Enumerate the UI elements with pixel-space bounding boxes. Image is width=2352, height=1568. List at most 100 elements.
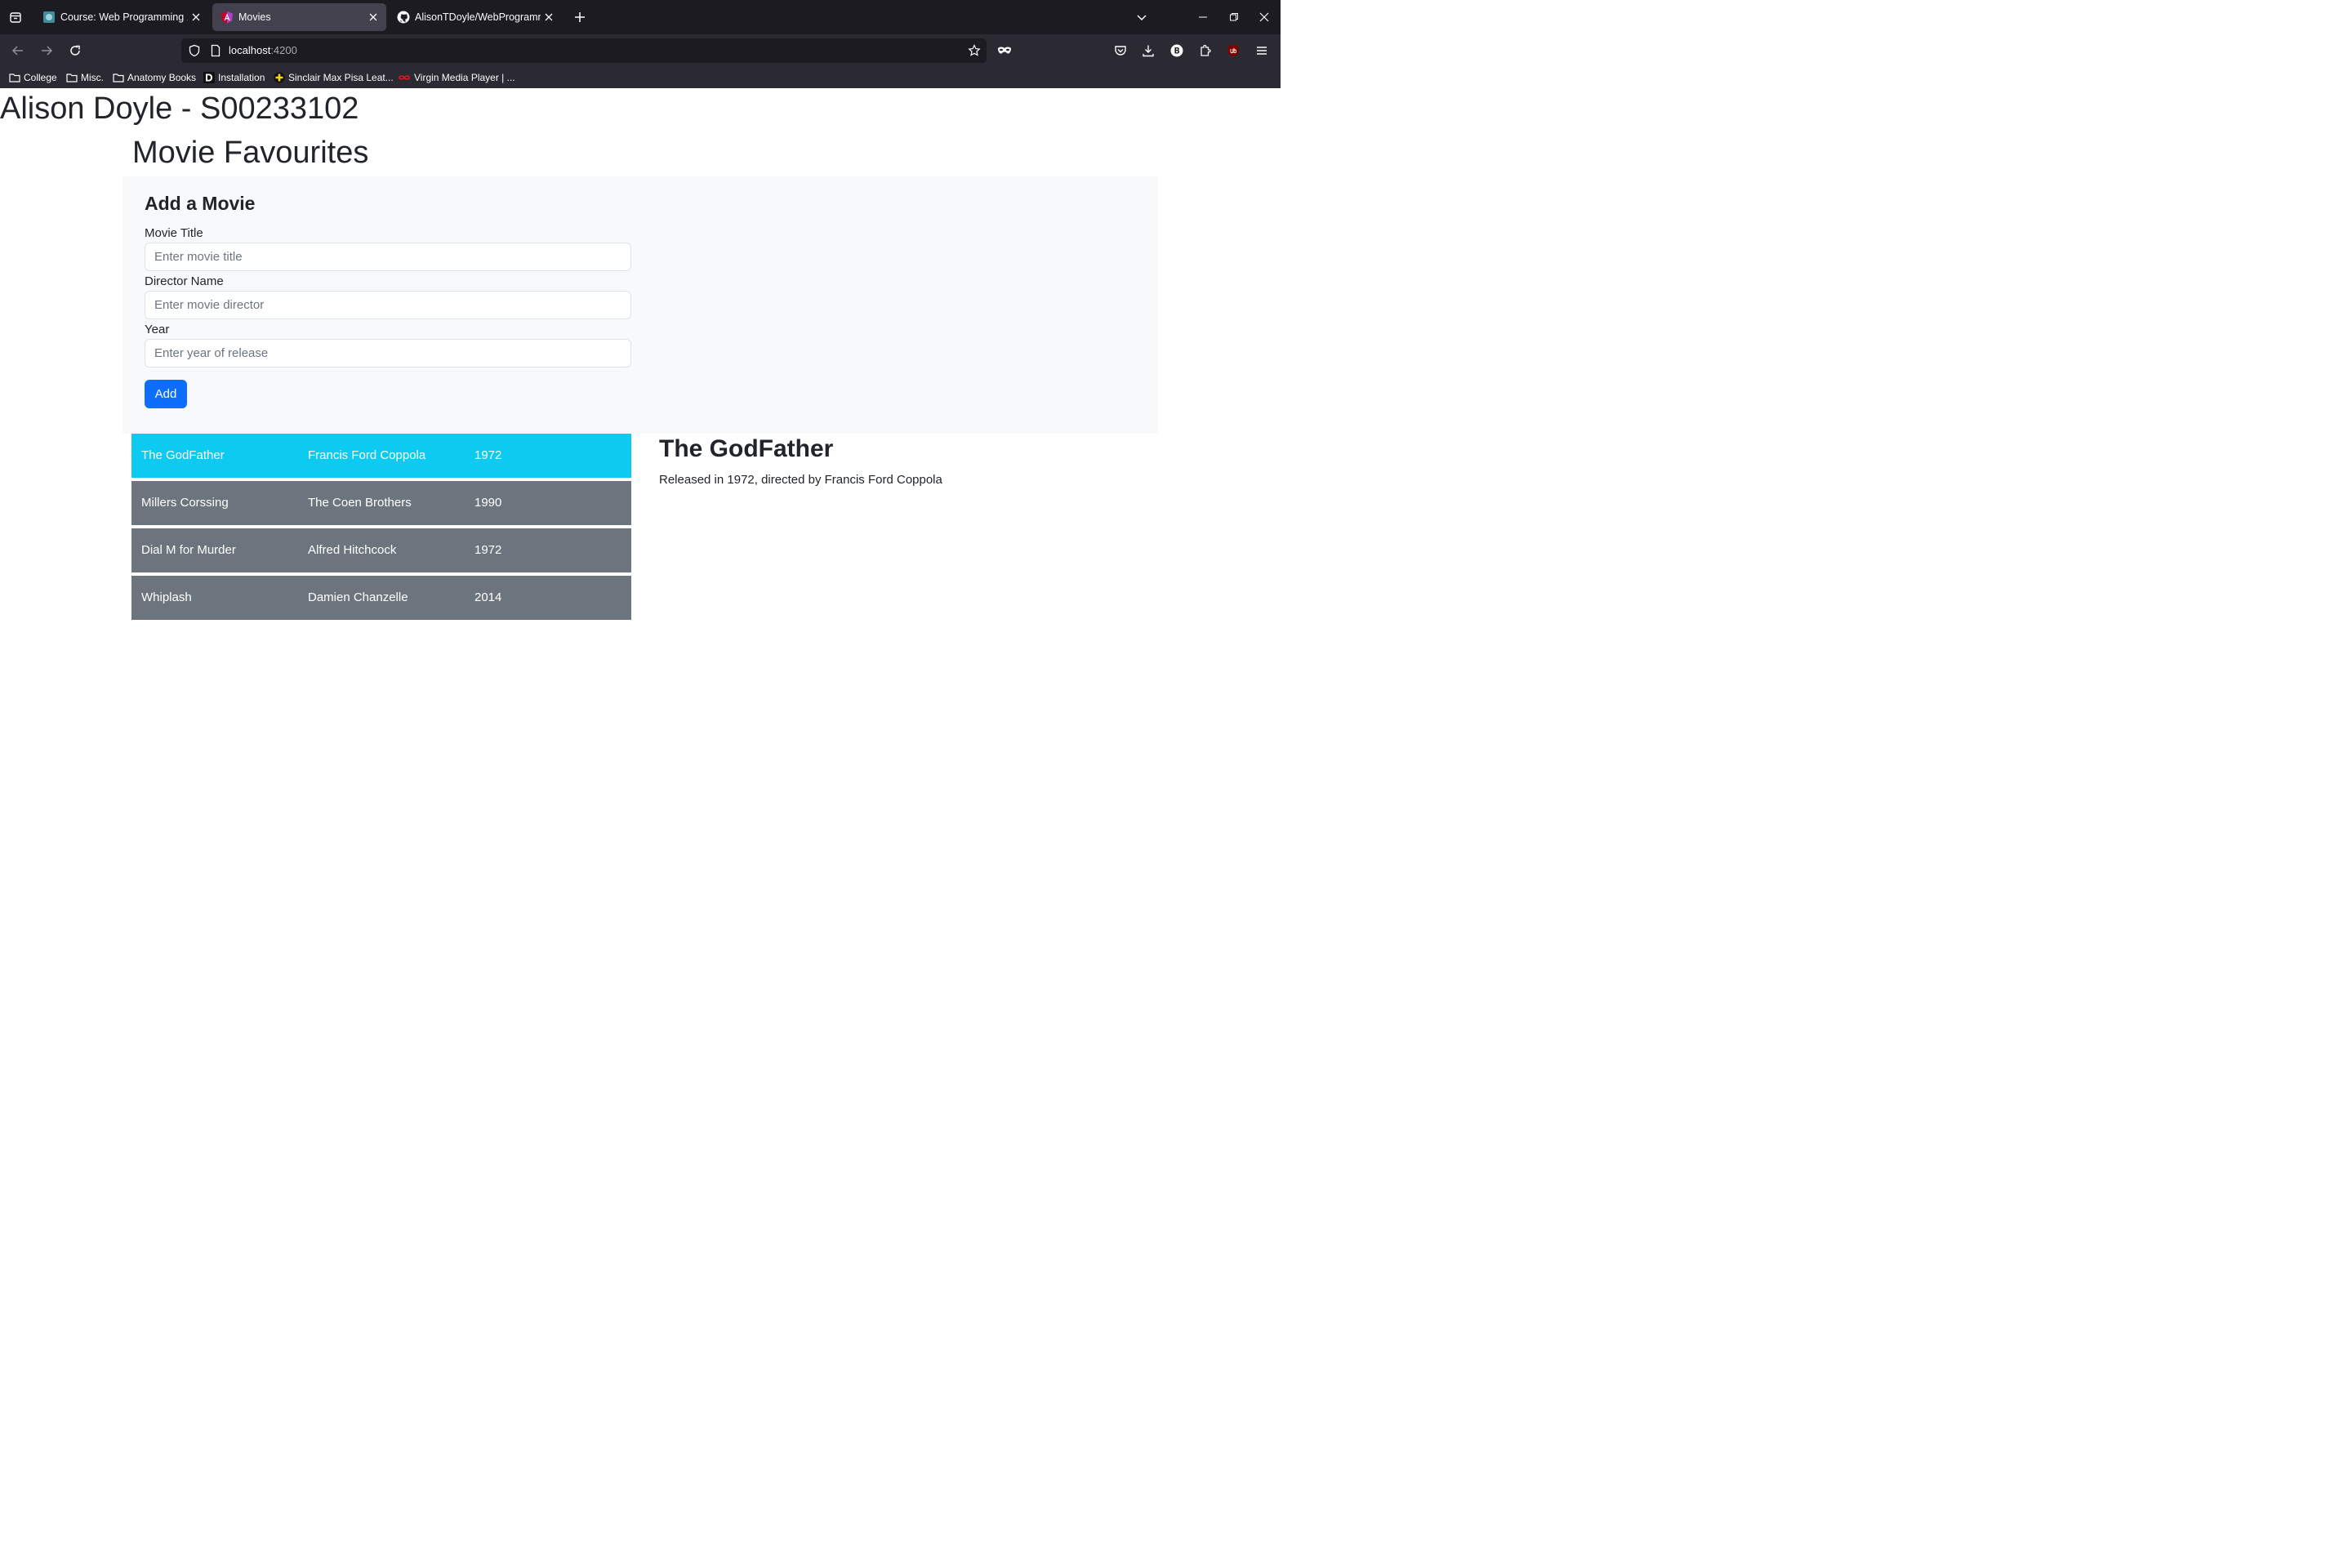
private-mask-button[interactable] [996,42,1013,60]
tray-icon [10,12,21,23]
add-button[interactable]: Add [145,380,187,408]
bookmark-misc[interactable]: Misc. [66,70,104,85]
tab-overview-button[interactable] [7,8,24,26]
year-label: Year [145,323,170,336]
extensions-button[interactable] [1196,42,1214,60]
movie-title: The GodFather [141,448,225,462]
movie-title-label: Movie Title [145,226,203,240]
movie-title-input[interactable] [145,243,631,271]
puzzle-icon [1200,44,1211,56]
tab-course[interactable]: Course: Web Programming 1 (C [34,3,209,31]
bookmarks-toolbar: College Misc. Anatomy Books Installation… [0,67,1281,88]
url-text[interactable]: localhost:4200 [229,44,297,56]
forward-button[interactable] [38,42,56,60]
url-bar[interactable]: localhost:4200 [181,38,987,63]
movie-row[interactable]: Millers Corssing The Coen Brothers 1990 [131,481,631,525]
tab-title: Course: Web Programming 1 (C [60,11,188,23]
extension-b-button[interactable] [1168,42,1186,60]
url-port: :4200 [270,44,297,56]
tab-title: AlisonTDoyle/WebProgramming [415,11,541,23]
downloads-button[interactable] [1139,42,1157,60]
bookmark-installation[interactable]: Installation [203,70,265,85]
form-heading: Add a Movie [145,193,256,214]
movie-director: The Coen Brothers [308,496,412,510]
movie-year: 2014 [474,590,502,604]
close-window-button[interactable] [1255,8,1273,26]
bookmark-label: Anatomy Books [127,72,197,83]
tab-movies[interactable]: Movies [212,3,386,31]
movie-row[interactable]: Dial M for Murder Alfred Hitchcock 1972 [131,528,631,572]
shield-icon[interactable] [188,44,201,57]
close-icon[interactable] [365,9,381,25]
movie-director: Damien Chanzelle [308,590,408,604]
angular-icon [220,11,234,24]
app-menu-button[interactable] [1253,42,1271,60]
ublock-origin-icon [1227,45,1239,57]
bookmark-college[interactable]: College [9,70,57,85]
pocket-button[interactable] [1111,42,1129,60]
year-input[interactable] [145,339,631,368]
bookmark-sinclair[interactable]: Sinclair Max Pisa Leat... [274,70,394,85]
new-tab-button[interactable] [571,8,589,26]
chevron-down-icon [1137,15,1147,21]
bookmark-label: Virgin Media Player | ... [414,72,515,83]
reload-icon [70,45,80,56]
plus-icon [575,12,585,22]
director-name-input[interactable] [145,291,631,319]
list-all-tabs-button[interactable] [1133,8,1151,26]
arrow-right-icon [42,46,53,56]
director-name-label: Director Name [145,274,224,288]
movie-director: Alfred Hitchcock [308,543,397,557]
add-movie-panel: Add a Movie Movie Title Director Name Ye… [122,176,1158,434]
ublock-button[interactable] [1224,42,1242,60]
bookmark-virgin-media[interactable]: Virgin Media Player | ... [398,70,515,85]
minimize-button[interactable] [1194,8,1212,26]
tab-title: Movies [238,11,271,23]
student-heading: Alison Doyle - S00233102 [0,91,359,126]
github-icon [397,11,410,24]
movie-title: Dial M for Murder [141,543,236,557]
page-content: Alison Doyle - S00233102 Movie Favourite… [0,88,1281,853]
bookmark-label: College [24,72,57,83]
pocket-icon [1115,46,1126,56]
infinity-icon [398,72,411,83]
url-host: localhost [229,44,271,56]
arrow-left-icon [11,46,23,56]
moodle-icon [42,11,56,24]
minimize-icon [1199,16,1207,18]
movie-director: Francis Ford Coppola [308,448,426,462]
navigation-toolbar: localhost:4200 [0,34,1281,67]
movie-row[interactable]: Whiplash Damien Chanzelle 2014 [131,576,631,620]
bookmark-label: Misc. [81,72,104,83]
bookmark-label: Installation [218,72,265,83]
folder-icon [9,72,20,83]
page-icon[interactable] [209,44,222,57]
movie-title: Millers Corssing [141,496,229,510]
tab-github[interactable]: AlisonTDoyle/WebProgramming [389,3,562,31]
tab-bar: Course: Web Programming 1 (C Movies Alis… [0,0,1281,34]
folder-icon [113,72,124,83]
bookmark-label: Sinclair Max Pisa Leat... [288,72,394,83]
close-icon [1259,12,1269,22]
b-badge-icon [1170,44,1183,57]
movie-row[interactable]: The GodFather Francis Ford Coppola 1972 [131,434,631,478]
restore-button[interactable] [1225,8,1243,26]
folder-icon [66,72,78,83]
hamburger-menu-icon [1257,47,1267,55]
close-icon[interactable] [541,9,557,25]
bookmark-star-icon[interactable] [967,43,982,58]
download-icon [1143,45,1154,57]
detail-description: Released in 1972, directed by Francis Fo… [659,473,942,487]
close-icon[interactable] [188,9,204,25]
restore-icon [1230,13,1238,21]
bookmark-anatomy-books[interactable]: Anatomy Books [113,70,196,85]
reload-button[interactable] [66,42,84,60]
mask-icon [998,47,1011,54]
movie-year: 1972 [474,543,502,557]
movie-year: 1972 [474,448,502,462]
page-title: Movie Favourites [132,136,369,170]
detail-title: The GodFather [659,435,834,462]
movie-year: 1990 [474,496,502,510]
back-button[interactable] [9,42,27,60]
d-logo-icon [203,72,215,83]
